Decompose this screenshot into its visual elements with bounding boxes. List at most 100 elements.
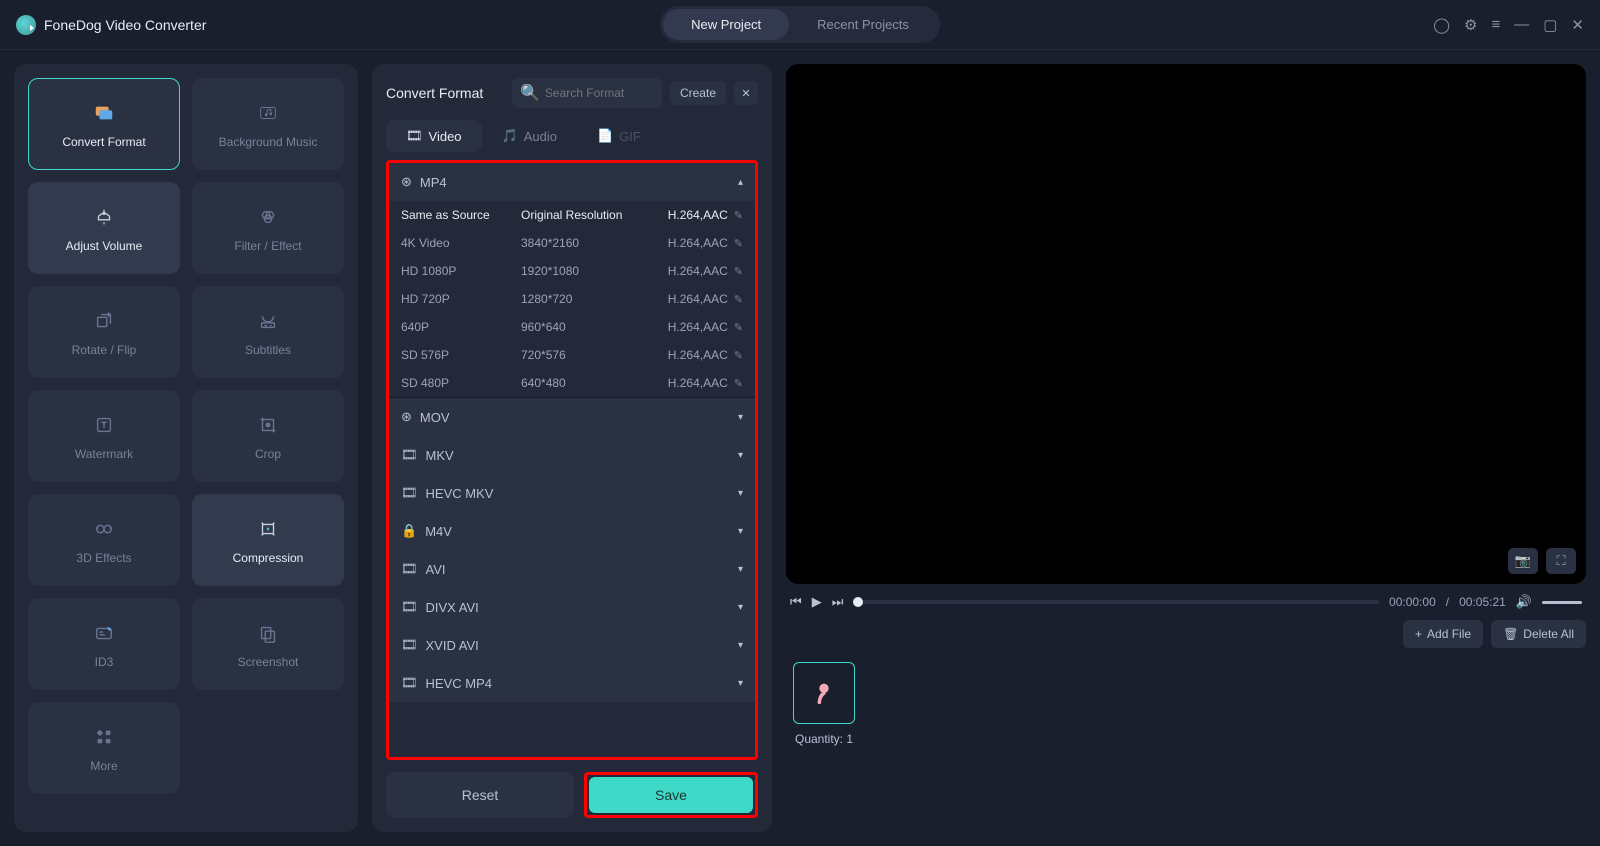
id3-icon [87,619,121,647]
caret-down-icon: ▾ [738,526,743,537]
format-row[interactable]: SD 576P 720*576 H.264,AAC✎ [389,341,755,369]
format-group-head-hevc-mkv[interactable]: 🎞HEVC MKV▾ [389,474,755,512]
time-total: 00:05:21 [1459,595,1506,609]
settings-icon[interactable]: ⚙ [1464,16,1477,34]
format-group-head-divx-avi[interactable]: 🎞DIVX AVI▾ [389,588,755,626]
tool-background-music[interactable]: Background Music [192,78,344,170]
caret-down-icon: ▾ [738,640,743,651]
tab-video[interactable]: 🎞 Video [386,120,482,152]
format-row[interactable]: 640P 960*640 H.264,AAC✎ [389,313,755,341]
seek-bar[interactable] [853,600,1379,604]
tool-label: ID3 [95,655,114,669]
format-group-head-mp4[interactable]: ⊛ MP4 ▴ [389,163,755,201]
format-group-head-mov[interactable]: ⊛MOV▾ [389,398,755,436]
format-group-mp4: ⊛ MP4 ▴ Same as Source Original Resoluti… [389,163,755,398]
snapshot-button[interactable]: 📷 [1508,548,1538,574]
tab-new-project[interactable]: New Project [663,9,789,40]
volume-icon[interactable]: 🔊 [1516,594,1532,610]
video-preview[interactable]: 📷 ⛶ [786,64,1586,584]
tool-adjust-volume[interactable]: Adjust Volume [28,182,180,274]
tool-label: Screenshot [238,655,299,669]
tool-convert-format[interactable]: Convert Format [28,78,180,170]
fullscreen-button[interactable]: ⛶ [1546,548,1576,574]
tool-more[interactable]: More [28,702,180,794]
format-group-head-xvid-avi[interactable]: 🎞XVID AVI▾ [389,626,755,664]
tool-label: Watermark [75,447,133,461]
file-quantity: Quantity: 1 [795,732,853,746]
time-current: 00:00:00 [1389,595,1436,609]
tool-id3[interactable]: ID3 [28,598,180,690]
format-row[interactable]: Same as Source Original Resolution H.264… [389,201,755,229]
seek-handle[interactable] [853,597,863,607]
maximize-button[interactable]: ▢ [1543,16,1557,34]
format-row[interactable]: 4K Video 3840*2160 H.264,AAC✎ [389,229,755,257]
tab-audio[interactable]: 🎵 Audio [482,120,577,152]
subtitles-icon [251,307,285,335]
tool-screenshot[interactable]: Screenshot [192,598,344,690]
tool-subtitles[interactable]: Subtitles [192,286,344,378]
preview-pane: 📷 ⛶ ⏮ ▶ ⏭ 00:00:00 / 00:05:21 🔊 +Add Fil… [786,64,1586,832]
edit-icon[interactable]: ✎ [734,265,743,278]
tool-compression[interactable]: Compression [192,494,344,586]
search-input[interactable] [545,86,654,100]
delete-all-button[interactable]: 🗑Delete All [1491,620,1586,648]
volume-slider[interactable] [1542,601,1582,604]
crop-icon [251,411,285,439]
window-controls: ◯ ⚙ ≡ — ▢ ✕ [1433,16,1584,34]
tool-crop[interactable]: Crop [192,390,344,482]
project-tabs: New Project Recent Projects [660,6,940,43]
tab-gif[interactable]: 📄 GIF [577,120,661,152]
tool-rotate-flip[interactable]: Rotate / Flip [28,286,180,378]
add-file-button[interactable]: +Add File [1403,620,1483,648]
edit-icon[interactable]: ✎ [734,209,743,222]
close-panel-button[interactable]: ✕ [734,81,758,105]
caret-up-icon: ▴ [738,177,743,188]
minimize-button[interactable]: — [1514,16,1529,33]
create-button[interactable]: Create [670,81,726,105]
edit-icon[interactable]: ✎ [734,237,743,250]
more-icon [87,723,121,751]
caret-down-icon: ▾ [738,450,743,461]
caret-down-icon: ▾ [738,488,743,499]
panel-title: Convert Format [386,85,483,101]
tool-watermark[interactable]: Watermark [28,390,180,482]
file-item[interactable]: Quantity: 1 [790,662,858,746]
format-group-head-mkv[interactable]: 🎞MKV▾ [389,436,755,474]
format-row[interactable]: HD 720P 1280*720 H.264,AAC✎ [389,285,755,313]
edit-icon[interactable]: ✎ [734,321,743,334]
compression-icon [251,515,285,543]
reset-button[interactable]: Reset [386,772,574,818]
play-button[interactable]: ▶ [812,594,822,610]
lock-icon: 🔒 [401,523,417,539]
edit-icon[interactable]: ✎ [734,349,743,362]
format-group-head-hevc-mp4[interactable]: 🎞HEVC MP4▾ [389,664,755,702]
film-icon: 🎞 [401,675,418,691]
caret-down-icon: ▾ [738,602,743,613]
format-row[interactable]: SD 480P 640*480 H.264,AAC✎ [389,369,755,397]
3d-icon [87,515,121,543]
tool-label: Subtitles [245,343,291,357]
search-format[interactable]: 🔍 [512,78,662,108]
watermark-icon [87,411,121,439]
close-button[interactable]: ✕ [1571,16,1584,34]
tool-label: 3D Effects [76,551,131,565]
menu-icon[interactable]: ≡ [1491,16,1500,33]
edit-icon[interactable]: ✎ [734,293,743,306]
format-group-head-avi[interactable]: 🎞AVI▾ [389,550,755,588]
save-button[interactable]: Save [589,777,753,813]
rotate-icon [87,307,121,335]
caret-down-icon: ▾ [738,564,743,575]
format-list: ⊛ MP4 ▴ Same as Source Original Resoluti… [386,160,758,760]
tool-3d-effects[interactable]: 3D Effects [28,494,180,586]
format-row[interactable]: HD 1080P 1920*1080 H.264,AAC✎ [389,257,755,285]
format-group-head-m4v[interactable]: 🔒M4V▾ [389,512,755,550]
tool-label: Background Music [219,135,318,149]
tab-recent-projects[interactable]: Recent Projects [789,9,937,40]
tools-sidebar: Convert Format Background Music Adjust V… [14,64,358,832]
prev-button[interactable]: ⏮ [790,594,802,610]
user-icon[interactable]: ◯ [1433,16,1450,34]
next-button[interactable]: ⏭ [832,594,844,610]
tool-filter-effect[interactable]: Filter / Effect [192,182,344,274]
edit-icon[interactable]: ✎ [734,377,743,390]
tool-label: Filter / Effect [234,239,301,253]
